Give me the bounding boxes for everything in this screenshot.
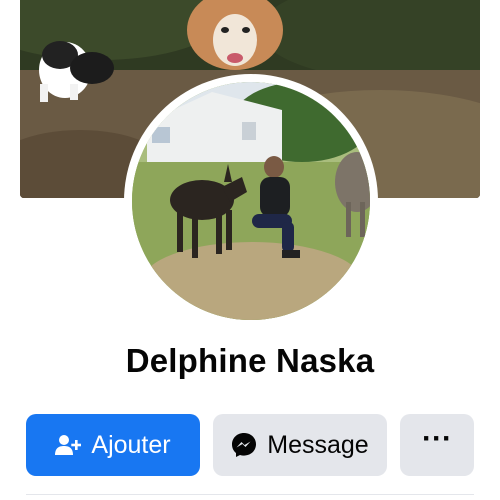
more-options-icon: ··· <box>422 422 452 455</box>
message-label: Message <box>267 430 369 459</box>
more-options-button[interactable]: ··· <box>400 414 474 476</box>
profile-picture <box>132 82 370 320</box>
add-friend-icon <box>55 434 82 456</box>
add-friend-label: Ajouter <box>91 430 171 459</box>
add-friend-button[interactable]: Ajouter <box>26 414 200 476</box>
section-divider <box>26 494 474 495</box>
profile-name: Delphine Naska <box>125 342 375 379</box>
message-button[interactable]: Message <box>213 414 387 476</box>
profile-avatar[interactable] <box>124 74 378 328</box>
messenger-icon <box>231 432 257 458</box>
